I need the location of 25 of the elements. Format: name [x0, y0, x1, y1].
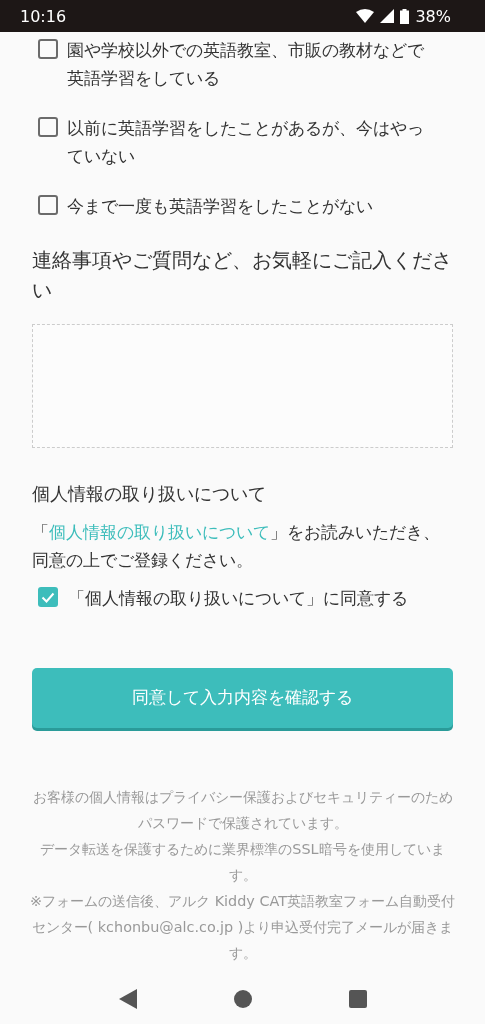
agree-label: 「個人情報の取り扱いについて」に同意する	[68, 587, 409, 610]
section-heading: 個人情報の取り扱いについて	[32, 482, 267, 506]
footer-note: データ転送を保護するために業界標準のSSL暗号を使用しています。	[39, 840, 446, 885]
back-icon[interactable]	[118, 989, 137, 1009]
privacy-text: 「個人情報の取り扱いについて」をお読みいただき、同意の上でご登録ください。	[32, 521, 441, 572]
footer-note: ※フォームの送信後、アルク Kiddy CAT英語教室フォーム自動受付センター( kchonbu@alc.co.jp )より申込受付完了メールが届きます。	[30, 892, 455, 963]
checkbox[interactable]	[38, 587, 58, 607]
status-time: 10:16	[20, 6, 67, 26]
checkbox[interactable]	[38, 117, 58, 137]
option-label: 今まで一度も英語学習をしたことがない	[67, 195, 374, 218]
checkbox[interactable]	[38, 39, 58, 59]
recents-icon[interactable]	[348, 990, 367, 1008]
privacy-link[interactable]: 個人情報の取り扱いについて	[49, 522, 270, 542]
comments-field[interactable]	[32, 324, 453, 448]
submit-button[interactable]: 同意して入力内容を確認する	[32, 668, 453, 728]
signal-icon	[380, 9, 395, 23]
option-label: 以前に英語学習をしたことがあるが、今はやっていない	[67, 117, 425, 168]
battery-level: 38%	[415, 6, 451, 26]
option-label: 園や学校以外での英語教室、市販の教材などで英語学習をしている	[67, 39, 425, 90]
battery-icon	[400, 8, 410, 24]
home-icon[interactable]	[233, 990, 252, 1008]
comments-label: 連絡事項やご質問など、お気軽にご記入ください	[32, 248, 453, 304]
footer-note: お客様の個人情報はプライバシー保護およびセキュリティーのためパスワードで保護されています。	[31, 788, 454, 833]
wifi-icon	[356, 9, 375, 23]
checkbox[interactable]	[38, 195, 58, 215]
